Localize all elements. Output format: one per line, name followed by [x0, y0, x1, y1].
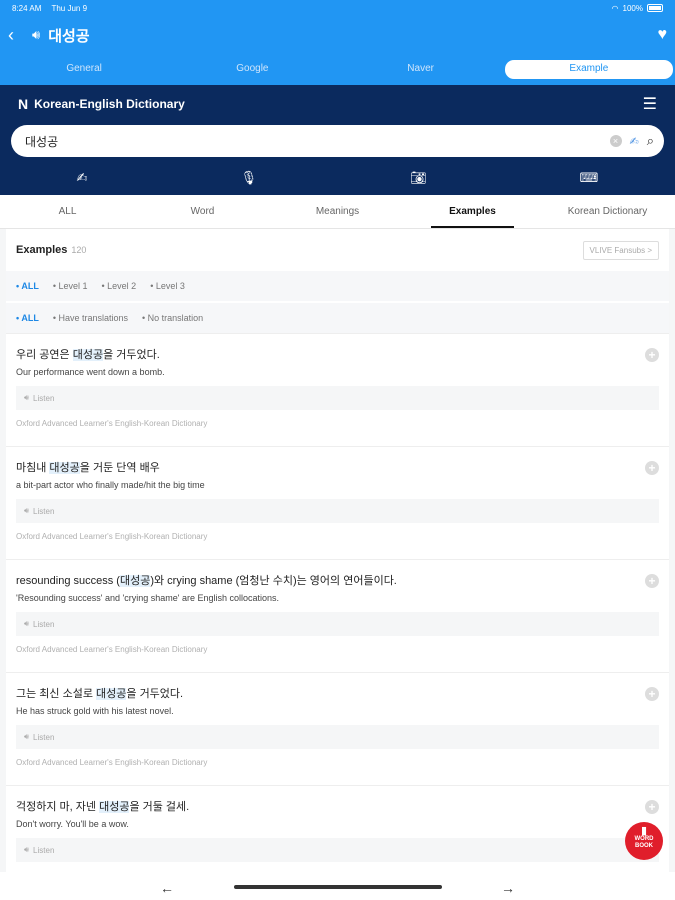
forward-arrow-icon[interactable]: → [501, 880, 515, 896]
book-icon: ▮ [640, 825, 648, 837]
example-english: 'Resounding success' and 'crying shame' … [16, 593, 280, 603]
example-english: He has struck gold with his latest novel… [16, 706, 174, 716]
status-bar: 8:24 AM Thu Jun 9 ◠ 100% [0, 0, 675, 16]
example-korean: 그는 최신 소설로 대성공을 거두었다. [16, 688, 184, 700]
segment-general[interactable]: General [0, 60, 168, 79]
translation-filter-all[interactable]: • ALL [16, 313, 39, 323]
speaker-icon: 🔊︎ [24, 393, 30, 402]
level-filter-3[interactable]: • Level 3 [150, 281, 185, 291]
handwriting-tool-icon[interactable]: ✍ [77, 170, 88, 186]
example-item: 마침내 대성공을 거둔 단역 배우 a bit-part actor who f… [6, 446, 669, 559]
segment-google[interactable]: Google [168, 60, 336, 79]
dictionary-title: Korean-English Dictionary [34, 97, 185, 111]
source-segment-control: General Google Naver Example [0, 60, 675, 79]
menu-icon[interactable]: ☰ [643, 94, 657, 114]
search-bar[interactable]: 대성공 × ✍ ⌕ [11, 125, 664, 157]
listen-button[interactable]: 🔊︎ Listen [16, 499, 659, 523]
example-english: a bit-part actor who finally made/hit th… [16, 480, 205, 490]
home-indicator[interactable] [234, 885, 442, 889]
add-to-wordbook-icon[interactable]: + [645, 348, 659, 362]
translation-filter: • ALL • Have translations • No translati… [6, 303, 669, 333]
example-source: Oxford Advanced Learner's English-Korean… [16, 532, 208, 541]
example-item: resounding success (대성공)와 crying shame (… [6, 559, 669, 672]
status-time: 8:24 AM [12, 3, 42, 13]
vlive-fansubs-button[interactable]: VLIVE Fansubs > [582, 240, 659, 260]
examples-title: Examples [16, 244, 68, 256]
example-item: 걱정하지 마, 자넨 대성공을 거둘 걸세. Don't worry. You'… [6, 785, 669, 872]
bottom-nav: ← → [0, 875, 675, 900]
listen-button[interactable]: 🔊︎ Listen [16, 386, 659, 410]
example-korean: resounding success (대성공)와 crying shame (… [16, 575, 397, 587]
tab-meanings[interactable]: Meanings [270, 195, 405, 228]
dictionary-header: N Korean-English Dictionary ☰ 대성공 × ✍ ⌕ … [0, 85, 675, 195]
page-title: 대성공 [48, 27, 90, 45]
level-filter-1[interactable]: • Level 1 [53, 281, 88, 291]
translation-filter-none[interactable]: • No translation [142, 313, 203, 323]
tab-examples[interactable]: Examples [405, 195, 540, 228]
speaker-icon: 🔊︎ [24, 619, 30, 628]
speaker-icon: 🔊︎ [24, 845, 30, 854]
example-korean: 걱정하지 마, 자넨 대성공을 거둘 걸세. [16, 801, 190, 813]
add-to-wordbook-icon[interactable]: + [645, 461, 659, 475]
listen-button[interactable]: 🔊︎ Listen [16, 612, 659, 636]
speaker-icon[interactable]: 🔊︎ [32, 27, 40, 43]
keyboard-icon[interactable]: ⌨ [580, 170, 599, 186]
input-tools: ✍ 🎙︎ 📷︎ ⌨ [0, 165, 675, 191]
listen-button[interactable]: 🔊︎ Listen [16, 725, 659, 749]
battery-percent: 100% [622, 3, 643, 13]
example-item: 우리 공연은 대성공을 거두었다. Our performance went d… [6, 333, 669, 446]
level-filter-2[interactable]: • Level 2 [102, 281, 137, 291]
example-korean: 마침내 대성공을 거둔 단역 배우 [16, 462, 160, 474]
example-item: 그는 최신 소설로 대성공을 거두었다. He has struck gold … [6, 672, 669, 785]
add-to-wordbook-icon[interactable]: + [645, 574, 659, 588]
wifi-icon: ◠ [611, 3, 619, 13]
content-area: Examples 120 VLIVE Fansubs > • ALL • Lev… [0, 229, 675, 872]
example-english: Don't worry. You'll be a wow. [16, 819, 129, 829]
back-arrow-icon[interactable]: ← [160, 880, 174, 896]
tab-word[interactable]: Word [135, 195, 270, 228]
naver-logo: N [18, 96, 29, 112]
search-input[interactable]: 대성공 [25, 133, 610, 150]
microphone-icon[interactable]: 🎙︎ [241, 170, 258, 186]
segment-naver[interactable]: Naver [337, 60, 505, 79]
segment-example[interactable]: Example [504, 60, 673, 79]
example-source: Oxford Advanced Learner's English-Korean… [16, 645, 208, 654]
app-header: 8:24 AM Thu Jun 9 ◠ 100% ‹ 🔊︎ 대성공 ♥ Gene… [0, 0, 675, 85]
add-to-wordbook-icon[interactable]: + [645, 687, 659, 701]
status-date: Thu Jun 9 [51, 3, 88, 13]
example-source: Oxford Advanced Learner's English-Korean… [16, 758, 208, 767]
level-filter-all[interactable]: • ALL [16, 281, 39, 291]
example-korean: 우리 공연은 대성공을 거두었다. [16, 349, 160, 361]
listen-button[interactable]: 🔊︎ Listen [16, 838, 659, 862]
result-tabs: ALL Word Meanings Examples Korean Dictio… [0, 195, 675, 229]
examples-panel: Examples 120 VLIVE Fansubs > • ALL • Lev… [6, 229, 669, 872]
battery-icon [647, 4, 663, 12]
example-source: Oxford Advanced Learner's English-Korean… [16, 419, 208, 428]
speaker-icon: 🔊︎ [24, 732, 30, 741]
camera-icon[interactable]: 📷︎ [410, 170, 427, 186]
clear-icon[interactable]: × [609, 135, 622, 147]
level-filter: • ALL • Level 1 • Level 2 • Level 3 [6, 271, 669, 301]
tab-korean-dictionary[interactable]: Korean Dictionary [540, 195, 675, 228]
handwriting-icon[interactable]: ✍ [630, 135, 639, 148]
heart-icon[interactable]: ♥ [658, 26, 668, 44]
tab-all[interactable]: ALL [0, 195, 135, 228]
translation-filter-have[interactable]: • Have translations [53, 313, 128, 323]
search-icon[interactable]: ⌕ [647, 133, 654, 149]
speaker-icon: 🔊︎ [24, 506, 30, 515]
example-english: Our performance went down a bomb. [16, 367, 165, 377]
add-to-wordbook-icon[interactable]: + [645, 800, 659, 814]
back-icon[interactable]: ‹ [8, 25, 28, 46]
wordbook-button[interactable]: ▮ WORD BOOK [625, 822, 663, 860]
examples-count: 120 [71, 245, 87, 255]
